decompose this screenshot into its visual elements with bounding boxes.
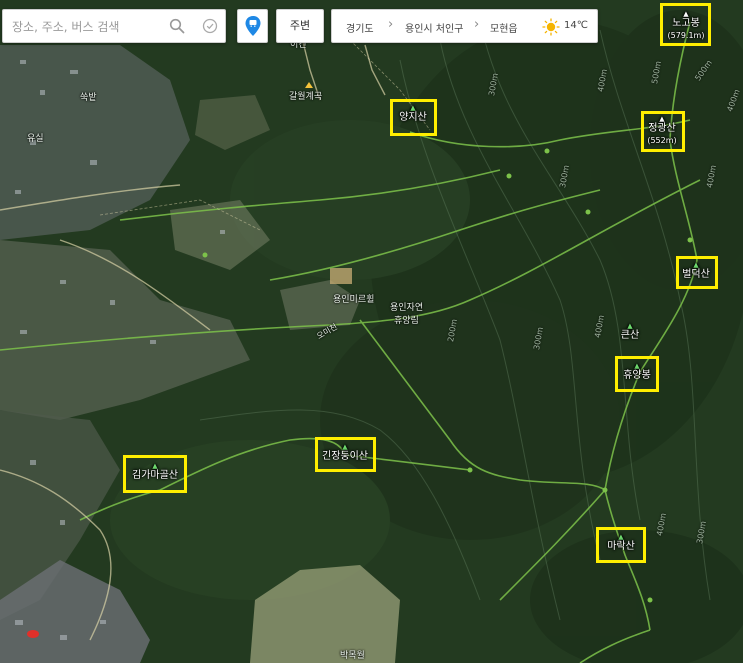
map-pin-icon [245, 16, 261, 36]
highlight-box-marksan [596, 527, 646, 563]
around-button[interactable]: 주변 [276, 9, 324, 43]
highlight-box-gimgamagolsan [123, 455, 187, 493]
place-label-forest-2[interactable]: 휴양림 [394, 313, 419, 326]
highlight-box-jeonggwangsan [641, 111, 685, 152]
highlight-box-yangjisan [390, 99, 437, 136]
chevron-right-icon: › [474, 17, 480, 32]
place-label-forest-1[interactable]: 용인자연 [390, 300, 423, 313]
peak-name: 큰산 [620, 330, 640, 341]
peak-keunsan[interactable]: ▲ 큰산 [621, 322, 639, 342]
place-label-bakmokwol[interactable]: 박목월 [340, 648, 365, 661]
peak-triangle-icon: ▲ [627, 322, 633, 330]
search-icon[interactable] [169, 18, 185, 34]
sun-icon [542, 18, 560, 36]
breadcrumb: 경기도 › 용인시 처인구 › 모현읍 14℃ [331, 9, 598, 43]
place-label-ssukbat[interactable]: 쑥밭 [80, 90, 97, 103]
breadcrumb-province[interactable]: 경기도 [346, 20, 374, 35]
search-box[interactable] [2, 9, 226, 44]
breadcrumb-city[interactable]: 용인시 처인구 [405, 20, 463, 35]
directions-icon[interactable] [202, 18, 218, 34]
place-label-galwol[interactable]: 갈월계곡 [289, 89, 322, 102]
highlight-box-beoldeoksan [676, 256, 718, 289]
place-label-yusil[interactable]: 유실 [27, 131, 44, 144]
chevron-right-icon: › [388, 17, 394, 32]
highlight-box-nogobong [660, 3, 711, 46]
weather-temperature: 14℃ [564, 20, 588, 31]
location-button[interactable] [237, 9, 268, 43]
highlight-box-hyuyangbong [615, 356, 659, 392]
highlight-box-kinjangdongisan [315, 437, 376, 472]
place-label-yongin-mireul[interactable]: 용인미르휠 [333, 292, 374, 305]
search-input[interactable] [3, 10, 174, 44]
breadcrumb-district[interactable]: 모현읍 [490, 20, 518, 35]
